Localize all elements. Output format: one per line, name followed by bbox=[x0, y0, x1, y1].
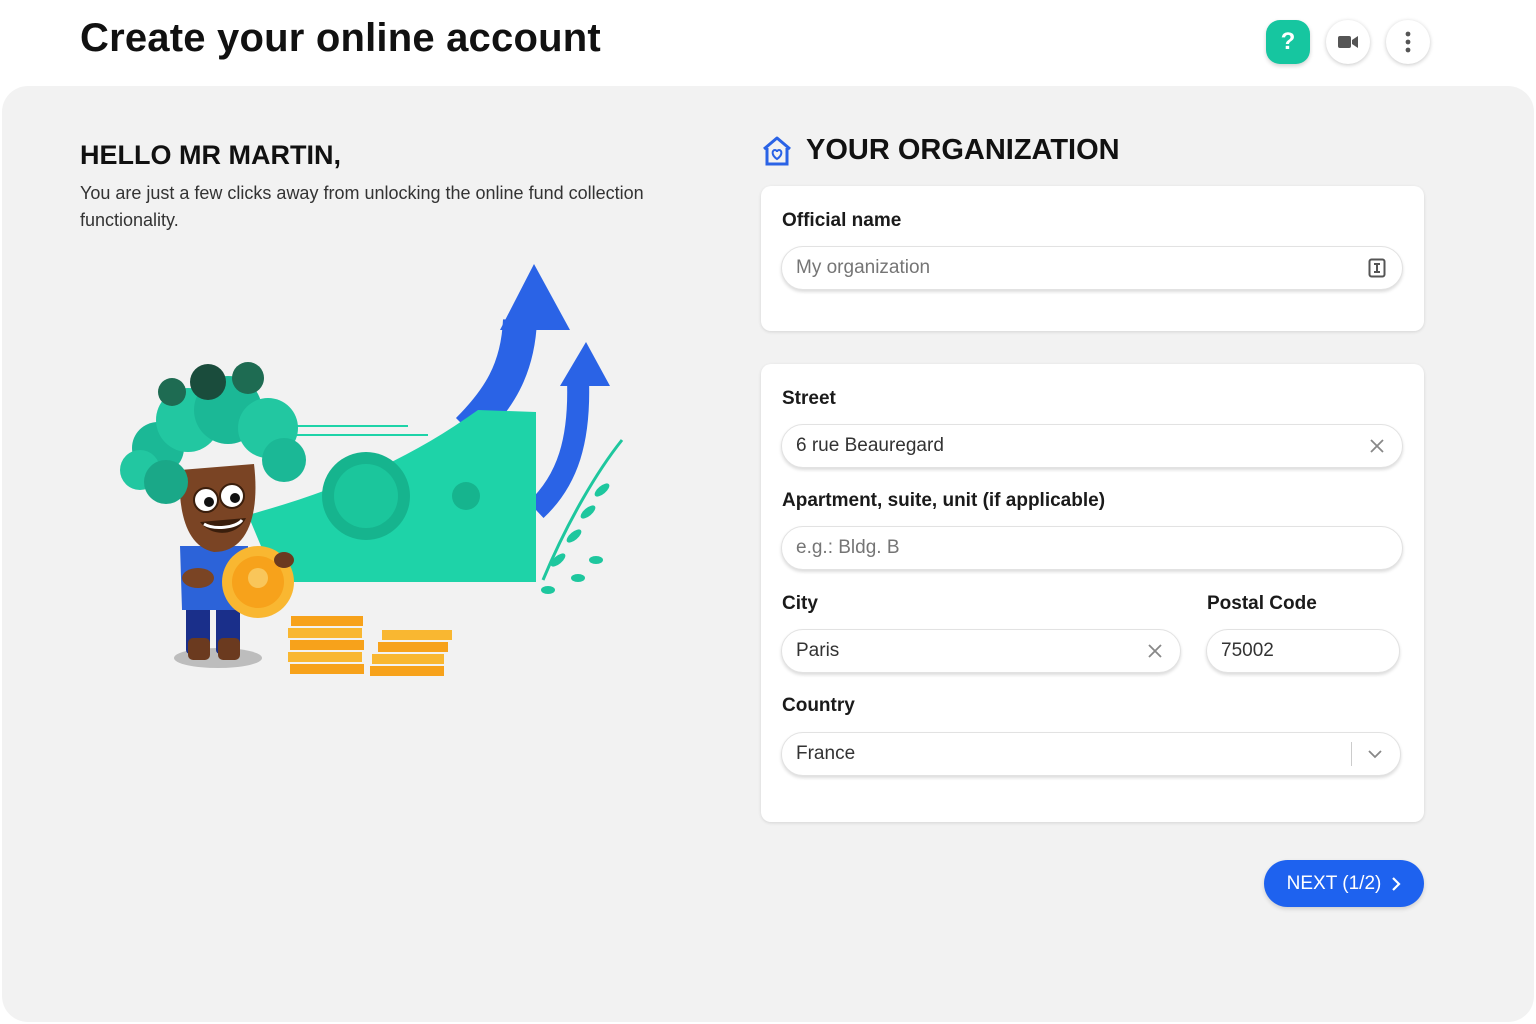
address-card: Street 6 rue Beauregard Apartment, suite… bbox=[761, 364, 1424, 822]
country-select[interactable]: France bbox=[781, 732, 1401, 776]
official-name-label: Official name bbox=[782, 210, 902, 231]
official-name-field[interactable] bbox=[781, 246, 1403, 290]
postal-code-field[interactable]: 75002 bbox=[1206, 629, 1400, 673]
more-vertical-icon bbox=[1405, 31, 1411, 53]
apartment-field[interactable] bbox=[781, 526, 1403, 570]
city-field[interactable]: Paris bbox=[781, 629, 1181, 673]
clear-city-icon[interactable] bbox=[1144, 640, 1166, 662]
next-button[interactable]: NEXT (1/2) bbox=[1264, 860, 1424, 907]
top-actions: ? bbox=[1266, 20, 1430, 64]
fundraising-illustration bbox=[120, 264, 624, 676]
next-button-label: NEXT (1/2) bbox=[1286, 872, 1382, 894]
city-label: City bbox=[782, 593, 818, 614]
select-divider bbox=[1351, 742, 1352, 766]
main-panel: HELLO MR MARTIN, You are just a few clic… bbox=[2, 86, 1534, 1022]
help-button[interactable]: ? bbox=[1266, 20, 1310, 64]
chevron-down-icon[interactable] bbox=[1364, 743, 1386, 765]
house-heart-icon bbox=[763, 136, 791, 165]
organization-section-header: YOUR ORGANIZATION bbox=[760, 134, 1120, 167]
city-value[interactable]: Paris bbox=[796, 640, 1144, 662]
greeting-heading: HELLO MR MARTIN, bbox=[80, 140, 341, 170]
page-title: Create your online account bbox=[80, 16, 601, 60]
apartment-input[interactable] bbox=[796, 537, 1388, 559]
postal-code-value[interactable]: 75002 bbox=[1221, 640, 1385, 662]
more-button[interactable] bbox=[1386, 20, 1430, 64]
chevron-right-icon bbox=[1392, 876, 1401, 891]
country-value[interactable]: France bbox=[796, 743, 1351, 765]
street-field[interactable]: 6 rue Beauregard bbox=[781, 424, 1403, 468]
country-label: Country bbox=[782, 695, 855, 716]
question-icon: ? bbox=[1280, 28, 1296, 55]
top-bar: Create your online account ? bbox=[0, 0, 1536, 86]
clear-street-icon[interactable] bbox=[1366, 435, 1388, 457]
postal-code-label: Postal Code bbox=[1207, 593, 1317, 614]
intro-text: You are just a few clicks away from unlo… bbox=[80, 183, 644, 230]
official-name-card: Official name bbox=[761, 186, 1424, 331]
contact-card-icon[interactable] bbox=[1366, 257, 1388, 279]
street-label: Street bbox=[782, 388, 836, 409]
apartment-label: Apartment, suite, unit (if applicable) bbox=[782, 490, 1106, 511]
section-title: YOUR ORGANIZATION bbox=[806, 134, 1120, 166]
official-name-input[interactable] bbox=[796, 257, 1366, 279]
street-value[interactable]: 6 rue Beauregard bbox=[796, 435, 1366, 457]
video-button[interactable] bbox=[1326, 20, 1370, 64]
video-camera-icon bbox=[1338, 36, 1358, 48]
